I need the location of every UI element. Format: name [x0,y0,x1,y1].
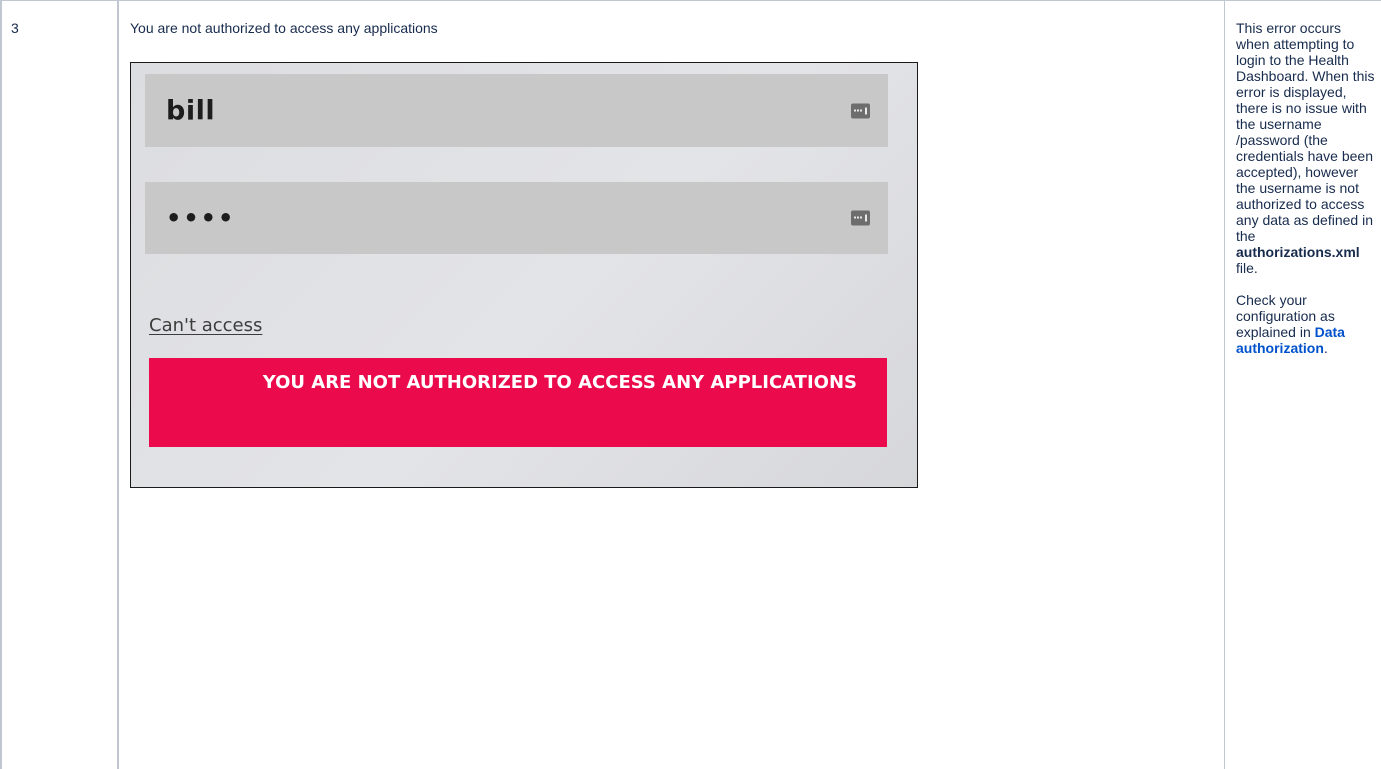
username-value: bill [166,95,216,126]
password-manager-key-icon[interactable] [851,210,870,226]
table-top-border [0,0,1381,1]
table-left-border [0,0,2,769]
notes-column: This error occurs when attempting to log… [1236,20,1376,372]
row-title: You are not authorized to access any app… [130,20,438,36]
notes-text: This error occurs when attempting to log… [1236,20,1375,244]
row-number: 3 [11,20,19,36]
column-divider-2 [1224,0,1225,769]
password-value: •••• [166,204,236,232]
login-screenshot: bill •••• Can't access YOU ARE NOT AUTHO… [130,62,918,488]
error-banner: YOU ARE NOT AUTHORIZED TO ACCESS ANY APP… [149,358,887,447]
notes-paragraph-2: Check your configuration as explained in… [1236,292,1376,356]
notes-text: . [1323,340,1328,356]
notes-text: file. [1236,260,1258,276]
password-manager-key-icon[interactable] [851,103,870,118]
notes-paragraph-1: This error occurs when attempting to log… [1236,20,1376,276]
documentation-table: 3 You are not authorized to access any a… [0,0,1381,769]
authorizations-filename: authorizations.xml [1236,244,1360,260]
password-field[interactable]: •••• [145,182,888,254]
cant-access-link[interactable]: Can't access [149,315,262,336]
username-field[interactable]: bill [145,74,888,147]
column-divider-1 [117,0,119,769]
